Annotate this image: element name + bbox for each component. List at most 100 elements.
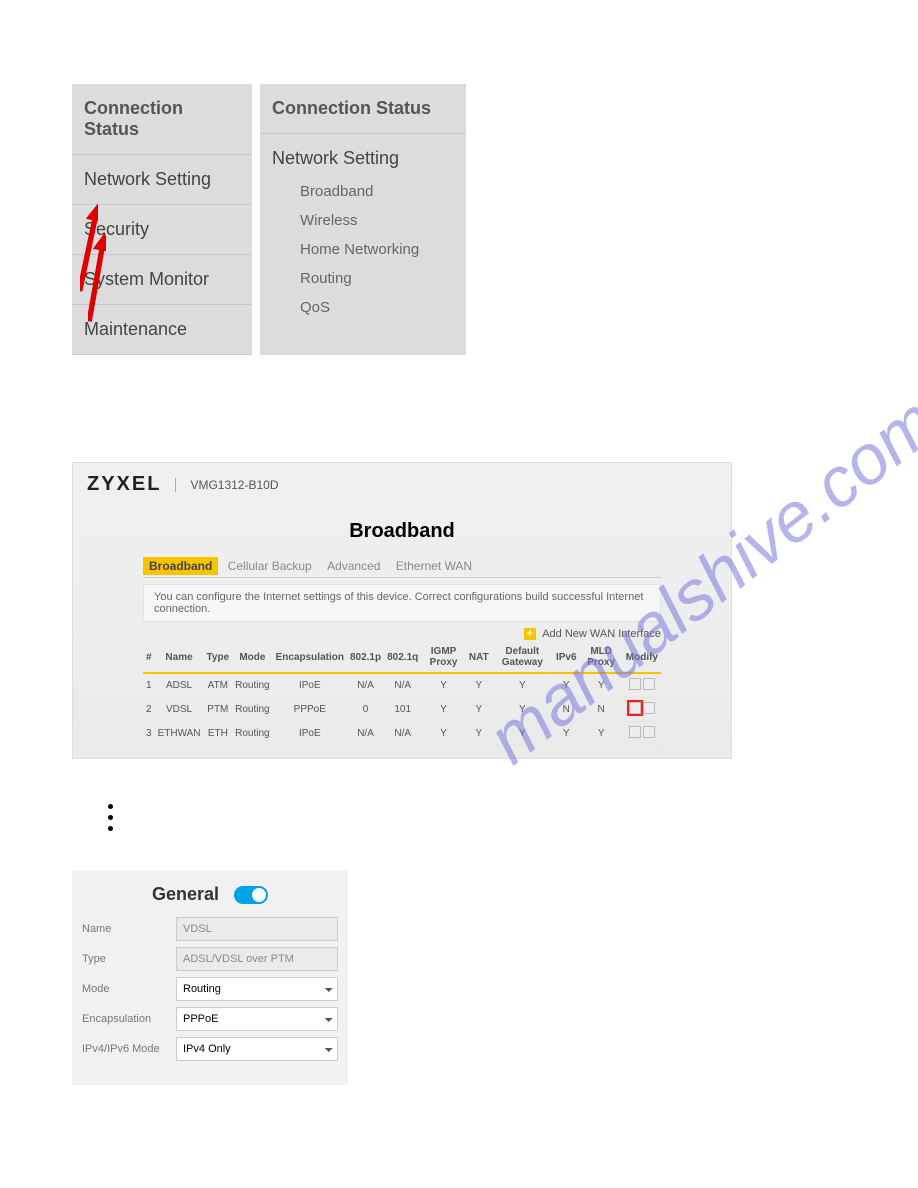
table-cell: Y xyxy=(492,698,553,722)
name-label: Name xyxy=(82,923,176,935)
edit-icon[interactable] xyxy=(629,702,641,714)
modify-cell xyxy=(623,722,661,746)
modify-cell xyxy=(623,698,661,722)
menu-item-connection-status-r[interactable]: Connection Status xyxy=(260,84,466,134)
ipmode-select[interactable]: IPv4 Only xyxy=(176,1037,338,1061)
table-cell: N xyxy=(553,698,580,722)
encapsulation-select[interactable]: PPPoE xyxy=(176,1007,338,1031)
edit-icon[interactable] xyxy=(629,678,641,690)
table-cell: Y xyxy=(492,673,553,698)
menu-panel-right: Connection Status Network Setting Broadb… xyxy=(260,84,466,355)
table-cell: 1 xyxy=(143,673,155,698)
col-name: Name xyxy=(155,642,204,673)
add-wan-link[interactable]: Add New WAN Interface xyxy=(542,628,661,640)
table-cell: IPoE xyxy=(273,673,347,698)
vertical-ellipsis-icon xyxy=(108,804,113,831)
tab-broadband[interactable]: Broadband xyxy=(143,557,218,575)
col-8021p: 802.1p xyxy=(347,642,384,673)
table-cell: PTM xyxy=(204,698,233,722)
tab-ethernet-wan[interactable]: Ethernet WAN xyxy=(390,557,478,575)
encapsulation-label: Encapsulation xyxy=(82,1013,176,1025)
submenu-item-wireless[interactable]: Wireless xyxy=(260,206,466,235)
table-row: 1ADSLATMRoutingIPoEN/AN/AYYYYY xyxy=(143,673,661,698)
table-cell: 2 xyxy=(143,698,155,722)
col-modify: Modify xyxy=(623,642,661,673)
ipmode-label: IPv4/IPv6 Mode xyxy=(82,1043,176,1055)
table-cell: ATM xyxy=(204,673,233,698)
col-default-gateway: Default Gateway xyxy=(492,642,553,673)
table-cell: Routing xyxy=(232,722,272,746)
table-cell: IPoE xyxy=(273,722,347,746)
broadband-panel: ZYXEL VMG1312-B10D Broadband Broadband C… xyxy=(72,462,732,759)
table-cell: Y xyxy=(580,722,623,746)
col-encapsulation: Encapsulation xyxy=(273,642,347,673)
info-note: You can configure the Internet settings … xyxy=(143,584,661,622)
table-cell: N/A xyxy=(384,722,421,746)
broadband-tabs: Broadband Cellular Backup Advanced Ether… xyxy=(143,557,661,578)
general-panel: General Name Type Mode Routing Encapsula… xyxy=(72,870,348,1085)
delete-icon[interactable] xyxy=(643,702,655,714)
tab-cellular-backup[interactable]: Cellular Backup xyxy=(222,557,318,575)
table-cell: Y xyxy=(466,698,492,722)
table-cell: 3 xyxy=(143,722,155,746)
name-input xyxy=(176,917,338,941)
menu-item-network-setting[interactable]: Network Setting xyxy=(72,155,252,205)
table-cell: Routing xyxy=(232,673,272,698)
table-cell: PPPoE xyxy=(273,698,347,722)
table-cell: Y xyxy=(421,698,466,722)
table-cell: Y xyxy=(466,673,492,698)
wan-table: # Name Type Mode Encapsulation 802.1p 80… xyxy=(143,642,661,746)
table-cell: N/A xyxy=(384,673,421,698)
tab-advanced[interactable]: Advanced xyxy=(321,557,386,575)
zyxel-logo: ZYXEL xyxy=(87,473,161,496)
plus-icon[interactable]: + xyxy=(524,628,536,640)
table-cell: Routing xyxy=(232,698,272,722)
col-nat: NAT xyxy=(466,642,492,673)
table-cell: Y xyxy=(580,673,623,698)
general-toggle[interactable] xyxy=(234,886,268,904)
table-cell: 0 xyxy=(347,698,384,722)
model-label: VMG1312-B10D xyxy=(175,478,278,492)
col-8021q: 802.1q xyxy=(384,642,421,673)
table-cell: VDSL xyxy=(155,698,204,722)
table-cell: Y xyxy=(492,722,553,746)
table-header-row: # Name Type Mode Encapsulation 802.1p 80… xyxy=(143,642,661,673)
table-row: 3ETHWANETHRoutingIPoEN/AN/AYYYYY xyxy=(143,722,661,746)
menu-item-connection-status[interactable]: Connection Status xyxy=(72,84,252,155)
delete-icon[interactable] xyxy=(643,678,655,690)
red-arrow-icon xyxy=(88,232,106,322)
submenu-item-home-networking[interactable]: Home Networking xyxy=(260,235,466,264)
page-title: Broadband xyxy=(73,506,731,557)
col-mld-proxy: MLD Proxy xyxy=(580,642,623,673)
mode-select[interactable]: Routing xyxy=(176,977,338,1001)
submenu-network-setting: Broadband Wireless Home Networking Routi… xyxy=(260,173,466,326)
table-cell: ETHWAN xyxy=(155,722,204,746)
submenu-item-routing[interactable]: Routing xyxy=(260,264,466,293)
table-cell: Y xyxy=(553,673,580,698)
mode-label: Mode xyxy=(82,983,176,995)
delete-icon[interactable] xyxy=(643,726,655,738)
table-cell: N/A xyxy=(347,673,384,698)
table-cell: Y xyxy=(466,722,492,746)
type-input xyxy=(176,947,338,971)
col-num: # xyxy=(143,642,155,673)
menu-item-network-setting-r[interactable]: Network Setting xyxy=(260,134,466,173)
col-type: Type xyxy=(204,642,233,673)
table-cell: ETH xyxy=(204,722,233,746)
table-cell: ADSL xyxy=(155,673,204,698)
col-mode: Mode xyxy=(232,642,272,673)
edit-icon[interactable] xyxy=(629,726,641,738)
general-title: General xyxy=(152,884,219,904)
type-label: Type xyxy=(82,953,176,965)
table-cell: 101 xyxy=(384,698,421,722)
table-cell: Y xyxy=(421,722,466,746)
submenu-item-broadband[interactable]: Broadband xyxy=(260,177,466,206)
submenu-item-qos[interactable]: QoS xyxy=(260,293,466,322)
table-row: 2VDSLPTMRoutingPPPoE0101YYYNN xyxy=(143,698,661,722)
col-igmp-proxy: IGMP Proxy xyxy=(421,642,466,673)
table-cell: Y xyxy=(553,722,580,746)
table-cell: N/A xyxy=(347,722,384,746)
table-cell: Y xyxy=(421,673,466,698)
table-cell: N xyxy=(580,698,623,722)
modify-cell xyxy=(623,673,661,698)
